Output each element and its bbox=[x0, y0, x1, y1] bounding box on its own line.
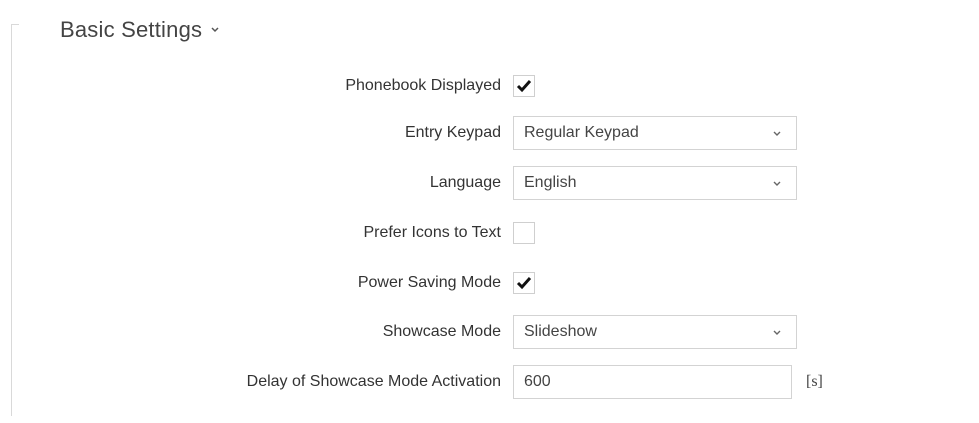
power-saving-label: Power Saving Mode bbox=[357, 274, 501, 291]
entry-keypad-label: Entry Keypad bbox=[404, 124, 501, 141]
row-showcase-mode: Showcase Mode Slideshow bbox=[0, 314, 979, 350]
showcase-delay-unit: [s] bbox=[806, 373, 823, 390]
row-power-saving: Power Saving Mode bbox=[0, 265, 979, 301]
prefer-icons-label: Prefer Icons to Text bbox=[363, 224, 501, 241]
section-header-basic-settings[interactable]: Basic Settings bbox=[60, 14, 220, 46]
checkmark-icon bbox=[516, 80, 532, 93]
phonebook-displayed-checkbox[interactable] bbox=[513, 75, 535, 97]
showcase-delay-label: Delay of Showcase Mode Activation bbox=[246, 373, 501, 390]
row-language: Language English bbox=[0, 165, 979, 201]
entry-keypad-select[interactable]: Regular Keypad bbox=[513, 116, 797, 150]
showcase-mode-label: Showcase Mode bbox=[382, 323, 501, 340]
section-title: Basic Settings bbox=[60, 17, 203, 42]
showcase-mode-select[interactable]: Slideshow bbox=[513, 315, 797, 349]
power-saving-checkbox[interactable] bbox=[513, 272, 535, 294]
chevron-down-icon bbox=[773, 330, 781, 335]
row-prefer-icons: Prefer Icons to Text bbox=[0, 215, 979, 251]
language-label: Language bbox=[429, 174, 501, 191]
row-entry-keypad: Entry Keypad Regular Keypad bbox=[0, 115, 979, 151]
row-phonebook-displayed: Phonebook Displayed bbox=[0, 68, 979, 104]
checkmark-icon bbox=[516, 277, 532, 290]
prefer-icons-checkbox[interactable] bbox=[513, 222, 535, 244]
section-frame-tick bbox=[11, 24, 19, 25]
showcase-delay-input[interactable] bbox=[513, 365, 792, 399]
chevron-down-icon bbox=[773, 131, 781, 136]
phonebook-displayed-label: Phonebook Displayed bbox=[345, 77, 501, 94]
showcase-mode-value: Slideshow bbox=[524, 323, 597, 340]
row-showcase-delay: Delay of Showcase Mode Activation [s] bbox=[0, 364, 979, 400]
language-select[interactable]: English bbox=[513, 166, 797, 200]
entry-keypad-value: Regular Keypad bbox=[524, 124, 639, 141]
language-value: English bbox=[524, 174, 577, 191]
chevron-down-icon bbox=[773, 181, 781, 186]
chevron-down-icon bbox=[211, 27, 219, 33]
